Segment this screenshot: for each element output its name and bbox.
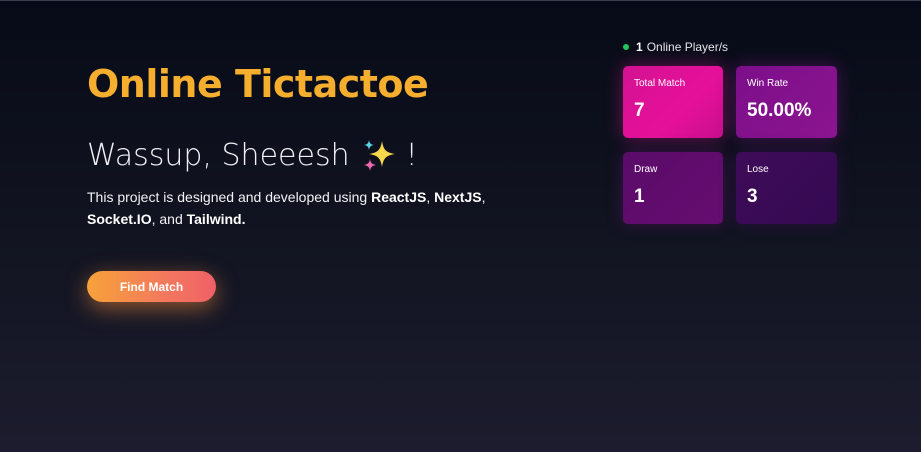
stat-value: 7: [634, 100, 645, 121]
greeting: Wassup, Sheeesh !: [87, 138, 418, 173]
online-player-count: 1: [636, 40, 643, 54]
tech-socketio: Socket.IO: [87, 211, 152, 227]
stat-card-total-match: Total Match 7: [623, 66, 723, 138]
online-status-dot-icon: [623, 44, 629, 50]
stat-label: Total Match: [634, 78, 686, 89]
page-title: Online Tictactoe: [87, 62, 429, 106]
sparkles-icon: [362, 139, 398, 173]
greeting-exclamation: !: [405, 138, 418, 173]
online-player-label: Online Player/s: [646, 40, 729, 54]
tech-tailwind: Tailwind.: [186, 211, 246, 227]
stat-card-win-rate: Win Rate 50.00%: [736, 66, 837, 138]
online-players-indicator: 1 Online Player/s: [623, 40, 728, 54]
stat-label: Draw: [634, 164, 658, 175]
tech-reactjs: ReactJS: [371, 189, 427, 205]
description-separator: ,: [426, 189, 435, 205]
stat-label: Lose: [747, 164, 769, 175]
description-separator: ,: [481, 189, 486, 205]
stat-value: 1: [634, 186, 645, 207]
description-intro: This project is designed and developed u…: [87, 189, 372, 205]
stat-value: 3: [747, 186, 758, 207]
project-description: This project is designed and developed u…: [87, 186, 507, 230]
stat-value: 50.00%: [747, 100, 812, 121]
description-separator: , and: [151, 211, 187, 227]
stat-label: Win Rate: [747, 78, 789, 89]
top-border: [0, 0, 921, 1]
greeting-text: Wassup, Sheeesh: [87, 138, 350, 173]
find-match-button[interactable]: Find Match: [87, 271, 216, 302]
stat-card-draw: Draw 1: [623, 152, 723, 224]
stat-card-lose: Lose 3: [736, 152, 837, 224]
tech-nextjs: NextJS: [434, 189, 482, 205]
